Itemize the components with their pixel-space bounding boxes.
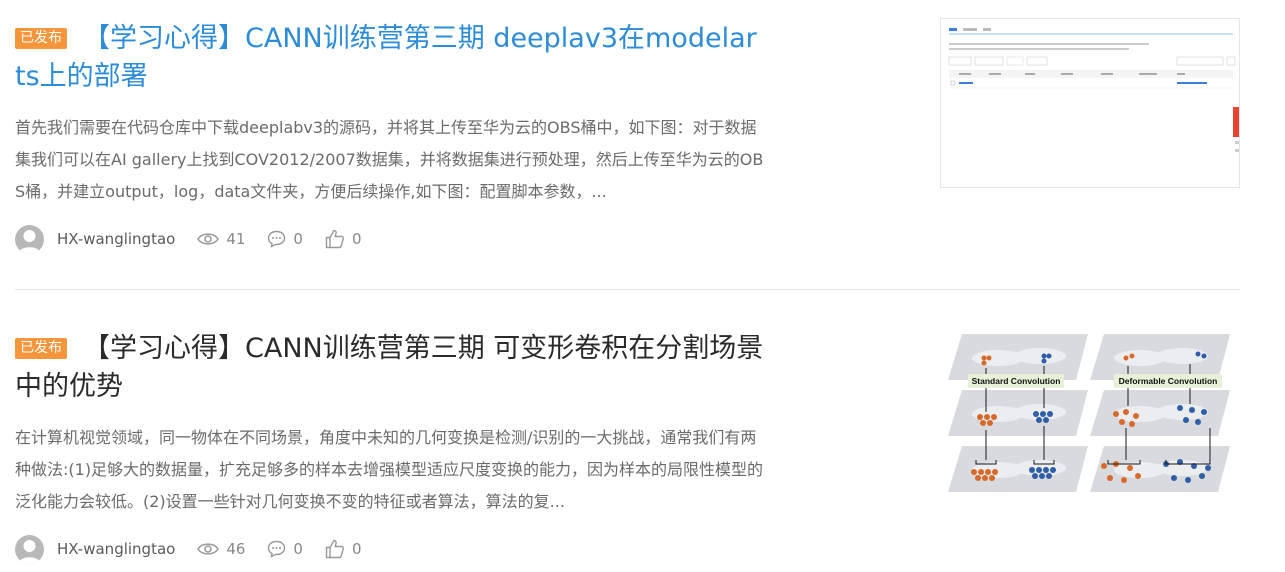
like-count[interactable]: 0	[325, 229, 362, 249]
author-name[interactable]: HX-wanglingtao	[57, 540, 175, 558]
article-title-text: 【学习心得】CANN训练营第三期 可变形卷积在分割场景中的优势	[15, 333, 764, 402]
view-count-value: 46	[226, 540, 246, 558]
eye-icon	[197, 543, 220, 555]
view-count-value: 41	[226, 230, 246, 248]
user-avatar-icon[interactable]	[15, 534, 44, 564]
article-summary: 首先我们需要在代码仓库中下载deeplabv3的源码，并将其上传至华为云的OBS…	[15, 118, 764, 201]
article-title-link[interactable]: 已发布 【学习心得】CANN训练营第三期 deeplav3在modelarts上的…	[15, 20, 765, 96]
eye-icon	[197, 233, 220, 245]
comment-icon	[268, 230, 286, 248]
article-text-column: 已发布 【学习心得】CANN训练营第三期 可变形卷积在分割场景中的优势 在计算机视…	[15, 308, 765, 564]
comment-count[interactable]: 0	[267, 540, 303, 558]
article-card-2: 已发布 【学习心得】CANN训练营第三期 可变形卷积在分割场景中的优势 在计算机视…	[15, 308, 1240, 572]
article-meta: HX-wanglingtao 41 0 0	[15, 224, 765, 254]
view-count: 46	[197, 540, 245, 558]
standard-convolution-label: Standard Convolution	[972, 376, 1061, 386]
comment-count[interactable]: 0	[267, 230, 303, 248]
article-thumbnail[interactable]: Standard Convolution Deformable Convolut…	[940, 332, 1240, 497]
comment-count-value: 0	[293, 540, 303, 558]
view-count: 41	[197, 230, 245, 248]
status-badge: 已发布	[15, 28, 67, 49]
article-title-link[interactable]: 已发布 【学习心得】CANN训练营第三期 可变形卷积在分割场景中的优势	[15, 330, 765, 406]
status-badge: 已发布	[15, 338, 67, 359]
article-text-column: 已发布 【学习心得】CANN训练营第三期 deeplav3在modelarts上的…	[15, 0, 765, 254]
thumbs-up-icon	[325, 229, 344, 249]
deformable-convolution-label: Deformable Convolution	[1119, 376, 1218, 386]
thumbs-up-icon	[325, 539, 344, 559]
like-count-value: 0	[351, 540, 362, 558]
comment-count-value: 0	[293, 230, 303, 248]
comment-icon	[268, 540, 286, 558]
article-title-text: 【学习心得】CANN训练营第三期 deeplav3在modelarts上的部署	[15, 23, 757, 92]
article-card-1: 已发布 【学习心得】CANN训练营第三期 deeplav3在modelarts上的…	[15, 0, 1240, 290]
author-name[interactable]: HX-wanglingtao	[57, 230, 175, 248]
article-thumbnail[interactable]	[940, 18, 1240, 188]
article-meta: HX-wanglingtao 46 0 0	[15, 534, 765, 564]
user-avatar-icon[interactable]	[15, 224, 44, 254]
like-count[interactable]: 0	[325, 539, 362, 559]
article-summary: 在计算机视觉领域，同一物体在不同场景，角度中未知的几何变换是检测/识别的一大挑战…	[15, 428, 764, 511]
like-count-value: 0	[351, 230, 362, 248]
